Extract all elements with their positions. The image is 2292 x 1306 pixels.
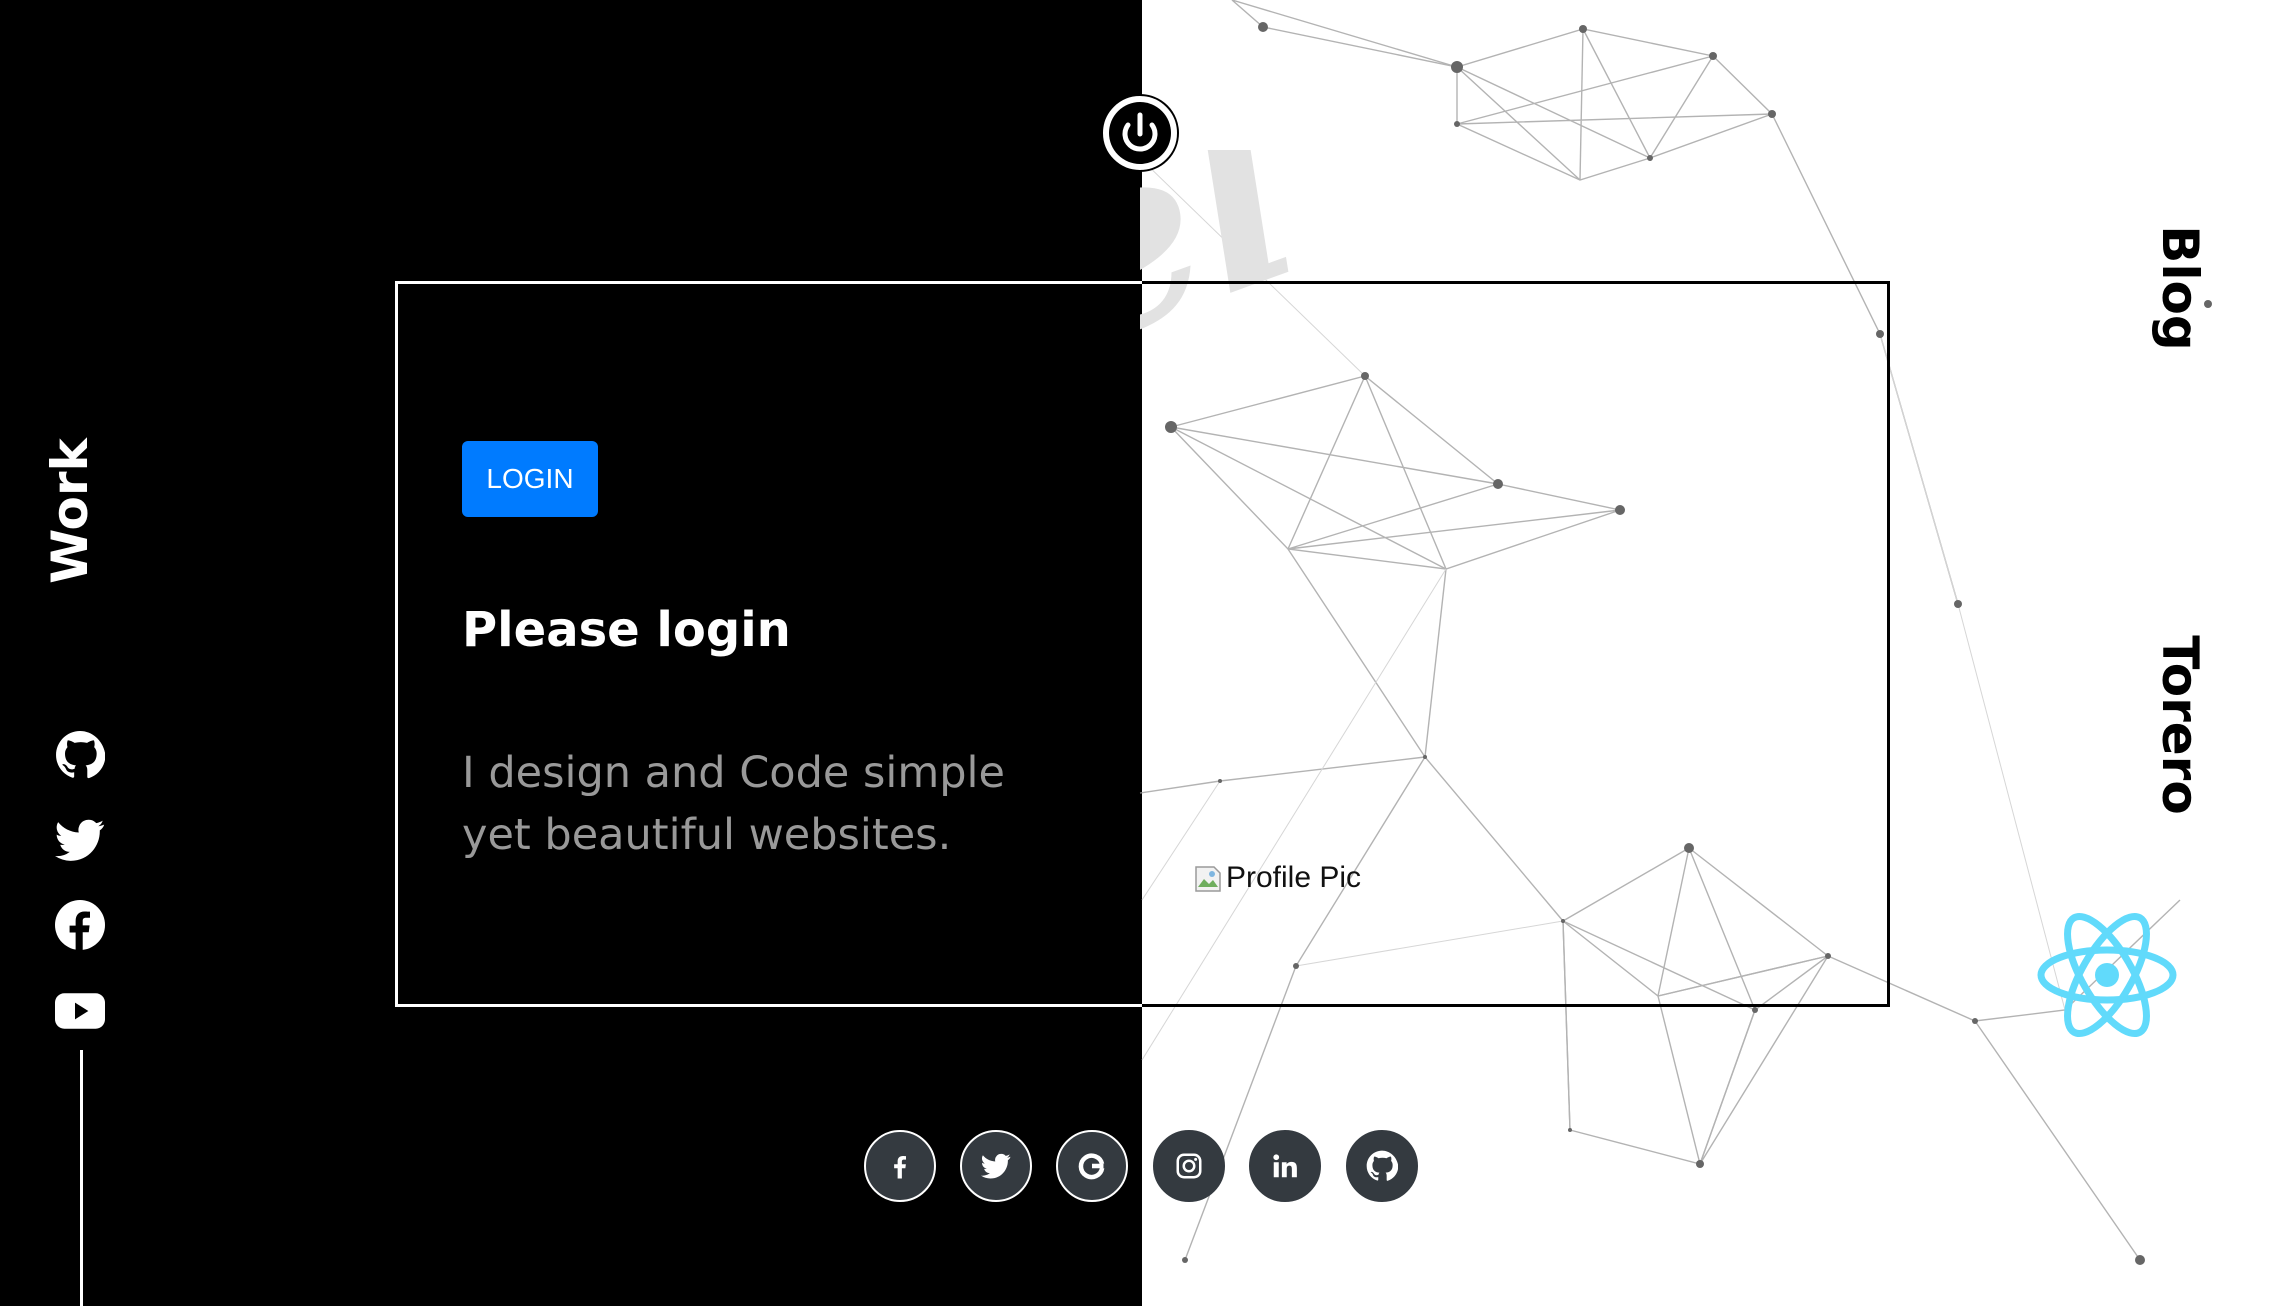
side-facebook-link[interactable] [55, 900, 105, 950]
profile-pic-alt-text: Profile Pic [1226, 861, 1362, 894]
github-icon [1366, 1150, 1398, 1181]
bottom-instagram-link[interactable] [1153, 1130, 1225, 1202]
google-icon [1078, 1153, 1105, 1180]
broken-image-icon [1195, 866, 1221, 892]
react-icon[interactable] [2032, 905, 2182, 1045]
side-github-link[interactable] [55, 730, 105, 780]
facebook-icon [894, 1156, 906, 1179]
side-twitter-link[interactable] [55, 815, 105, 865]
twitter-icon [55, 819, 105, 861]
youtube-icon [55, 993, 105, 1029]
side-divider-line [80, 1050, 83, 1306]
power-icon [1109, 102, 1171, 164]
nav-blog-link[interactable]: Blog [2151, 225, 2209, 350]
card-title: Please login [462, 602, 791, 658]
side-youtube-link[interactable] [55, 986, 105, 1036]
bottom-linkedin-link[interactable] [1249, 1130, 1321, 1202]
bottom-google-link[interactable] [1056, 1130, 1128, 1202]
github-icon [56, 731, 105, 779]
linkedin-icon [1273, 1154, 1297, 1178]
bottom-github-link[interactable] [1346, 1130, 1418, 1202]
nav-work-link[interactable]: Work [41, 438, 99, 584]
power-toggle-button[interactable] [1101, 94, 1179, 172]
profile-pic: Profile Pic [1194, 858, 1361, 898]
facebook-icon [55, 900, 105, 950]
bottom-facebook-link[interactable] [864, 1130, 936, 1202]
login-button[interactable]: LOGIN [462, 441, 598, 517]
bottom-twitter-link[interactable] [960, 1130, 1032, 1202]
twitter-icon [981, 1153, 1011, 1179]
instagram-icon [1176, 1153, 1202, 1179]
card-right-border [1142, 281, 1890, 1007]
card-description: I design and Code simple yet beautiful w… [462, 748, 1005, 860]
nav-torero-link[interactable]: Torero [2151, 635, 2209, 814]
